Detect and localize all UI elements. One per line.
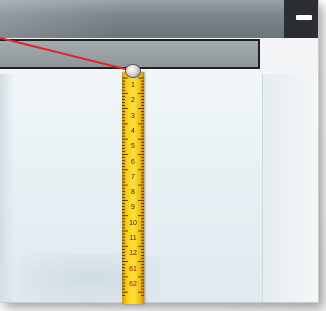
app-window <box>0 0 319 303</box>
content-left-edge <box>0 74 14 302</box>
tape-number: 1 <box>131 82 135 89</box>
content-area <box>0 74 318 302</box>
measuring-tape[interactable]: 1 2 3 4 5 6 7 8 9 10 11 12 61 62 <box>120 64 146 304</box>
tape-number: 8 <box>131 189 135 197</box>
side-panel <box>262 74 318 302</box>
tape-number: 4 <box>131 127 135 135</box>
minimize-button[interactable] <box>284 0 318 38</box>
tape-number: 10 <box>129 219 137 227</box>
tape-number: 12 <box>129 250 137 258</box>
toolbar <box>0 38 318 74</box>
tape-number: 11 <box>129 235 137 242</box>
tape-number: 5 <box>131 143 135 151</box>
tape-number: 3 <box>131 112 135 120</box>
tape-number: 61 <box>129 265 137 273</box>
tape-number: 2 <box>131 97 135 105</box>
page: 1 2 3 4 5 6 7 8 9 10 11 12 61 62 <box>0 0 326 311</box>
tape-number: 62 <box>129 280 137 288</box>
tape-number: 9 <box>131 204 135 212</box>
tape-number: 7 <box>131 173 135 181</box>
title-bar-glow <box>0 0 120 38</box>
title-bar[interactable] <box>0 0 318 39</box>
minimize-icon <box>296 15 312 20</box>
tape-number: 6 <box>131 158 135 166</box>
